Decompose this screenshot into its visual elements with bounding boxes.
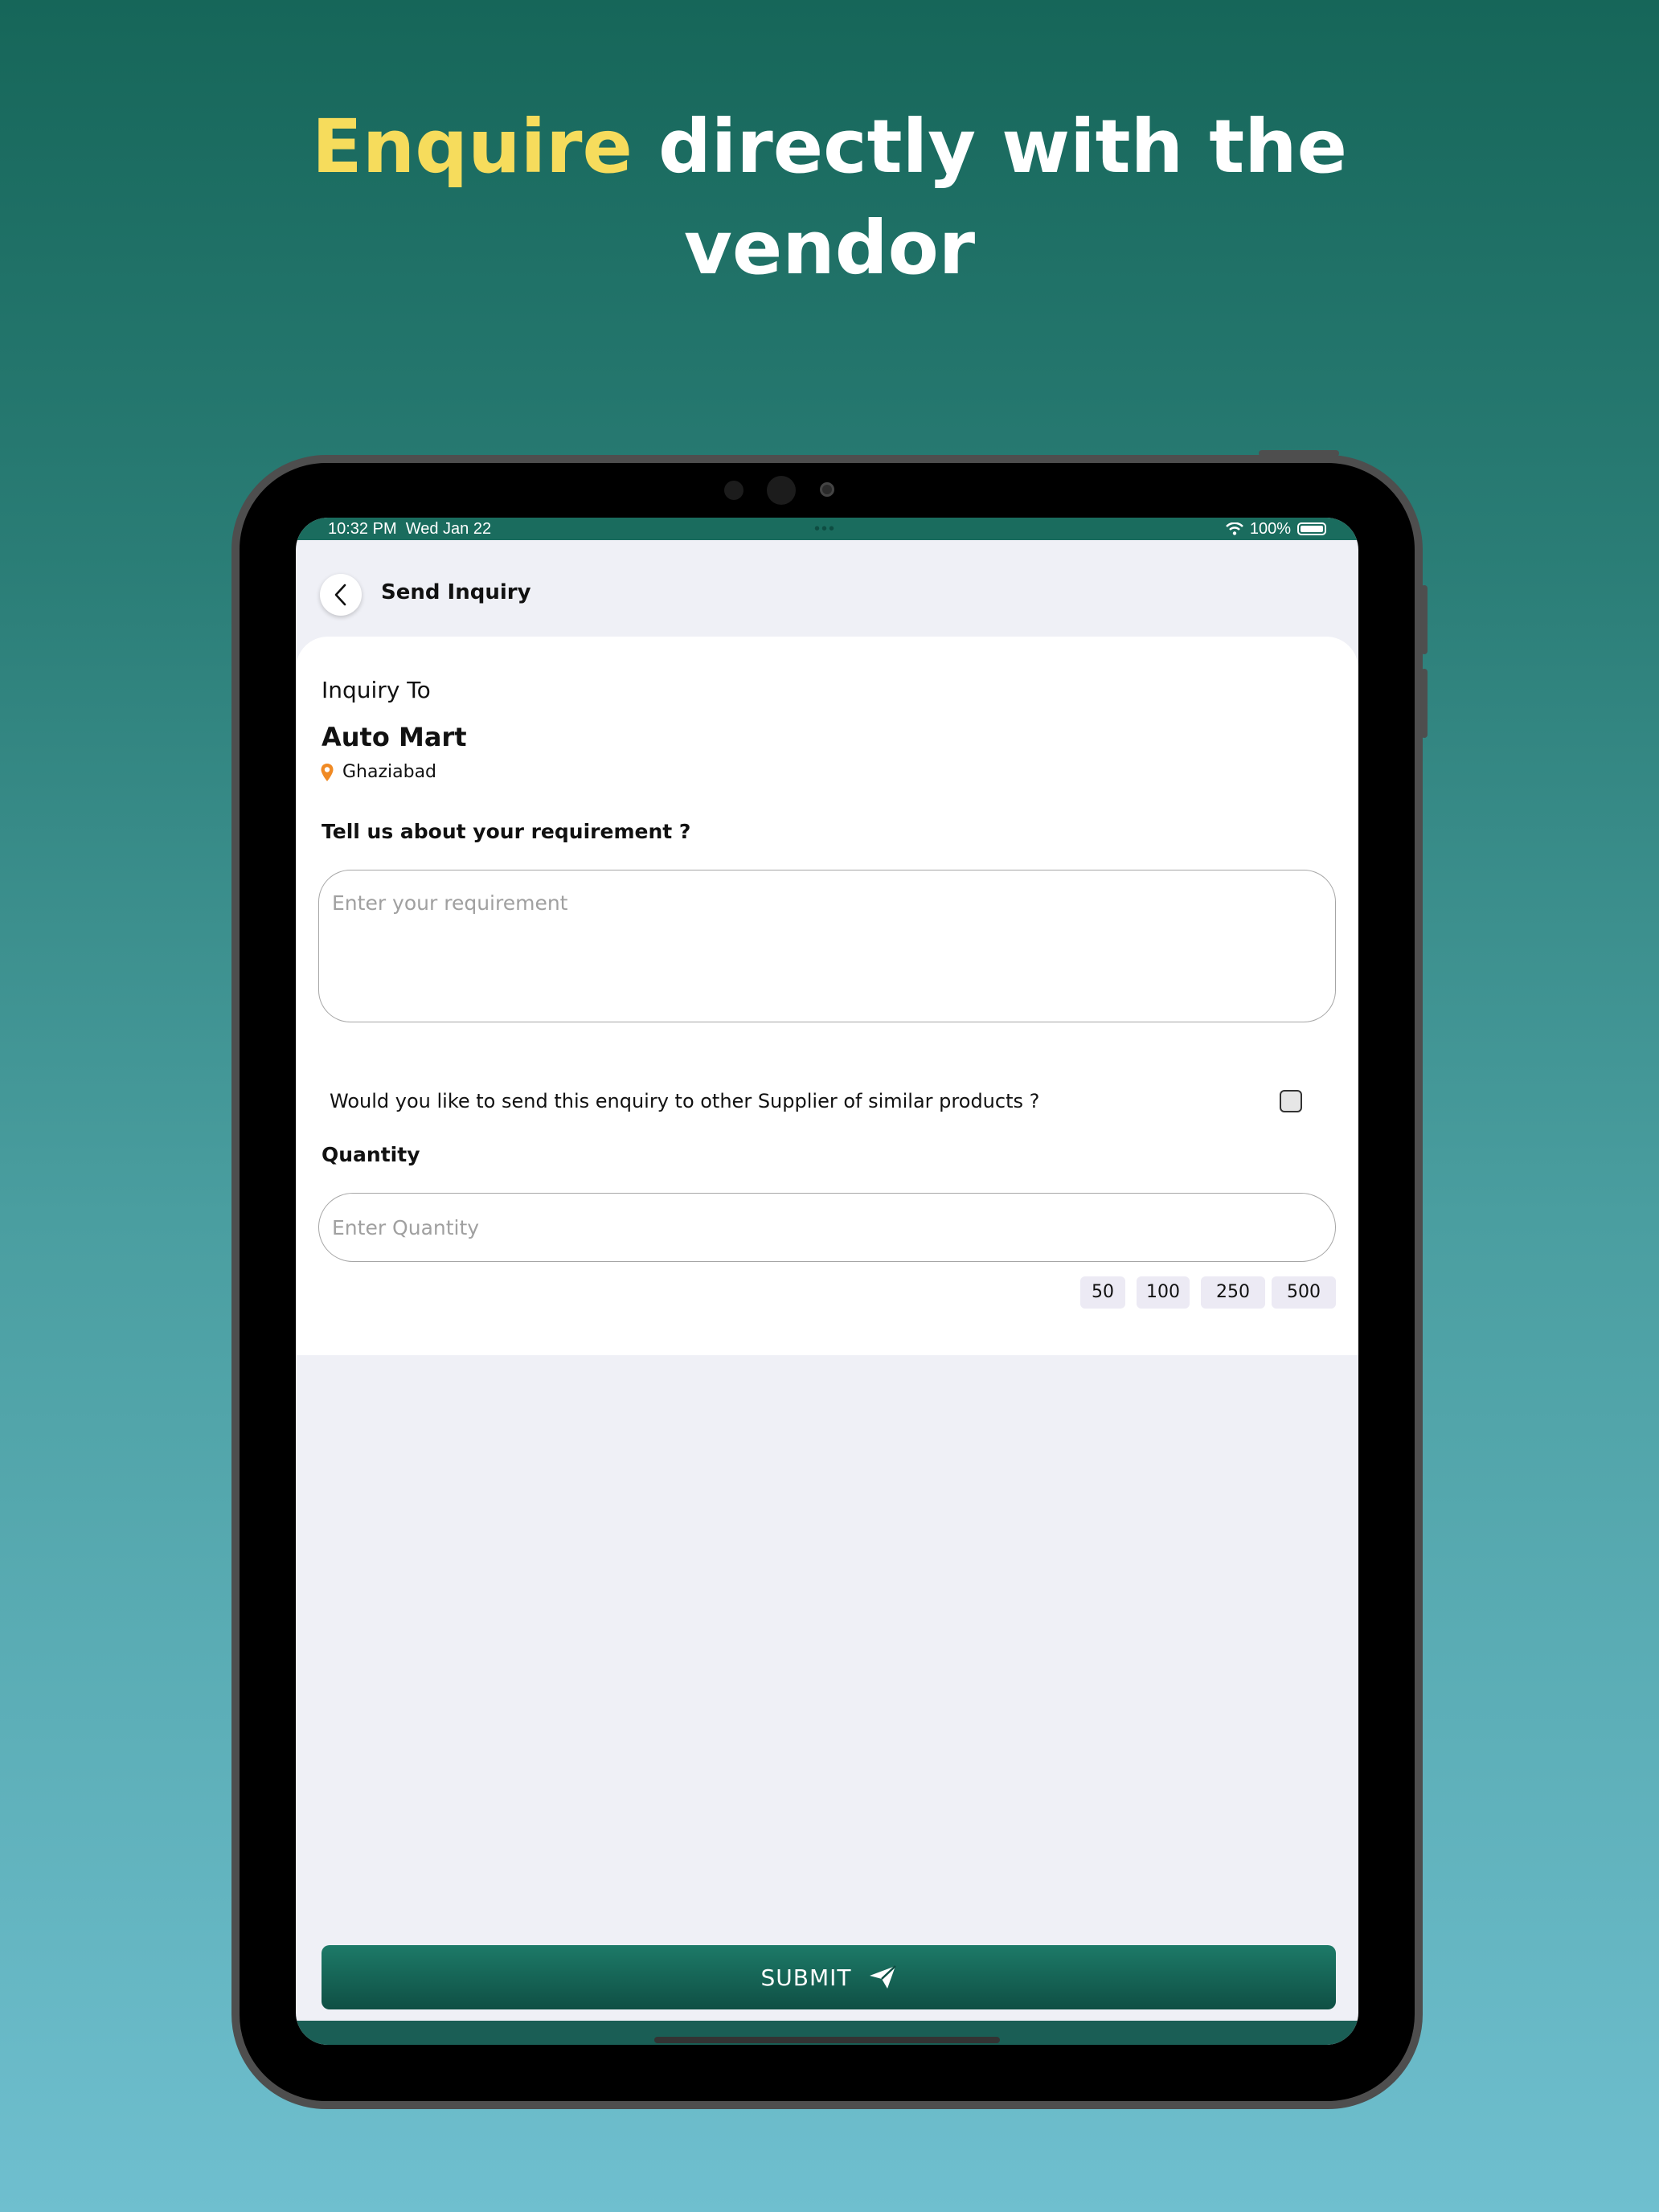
send-icon [869, 1965, 896, 1989]
status-time: 10:32 PM [328, 520, 397, 538]
front-camera-icon [767, 476, 796, 505]
tablet-top-button [1259, 450, 1339, 457]
status-bar: 10:32 PM Wed Jan 22 ••• 100% [296, 518, 1358, 540]
status-datetime: 10:32 PM Wed Jan 22 [328, 518, 491, 540]
similar-suppliers-checkbox[interactable] [1280, 1090, 1302, 1112]
app-screen: 10:32 PM Wed Jan 22 ••• 100% Send Inquir… [296, 518, 1358, 2045]
battery-percent: 100% [1249, 520, 1291, 538]
headline-rest: directly with the [632, 104, 1348, 190]
headline-line-1: Enquire directly with the [0, 96, 1659, 198]
page-header: Send Inquiry [296, 540, 1358, 637]
quantity-input[interactable] [318, 1193, 1336, 1262]
headline-line-2: vendor [683, 205, 976, 291]
front-sensor-icon [724, 481, 743, 500]
headline: Enquire directly with the vendor [0, 96, 1659, 299]
similar-suppliers-question: Would you like to send this enquiry to o… [330, 1090, 1040, 1112]
quantity-chip-100[interactable]: 100 [1137, 1276, 1190, 1309]
page-title: Send Inquiry [381, 580, 531, 604]
requirement-input[interactable] [318, 870, 1336, 1022]
status-right: 100% [1225, 518, 1326, 540]
multitasking-dots-icon[interactable]: ••• [814, 518, 836, 540]
submit-button[interactable]: SUBMIT [322, 1945, 1336, 2009]
chevron-left-icon [334, 584, 346, 606]
wifi-icon [1225, 522, 1243, 535]
quantity-label: Quantity [322, 1143, 420, 1166]
vendor-name: Auto Mart [322, 722, 467, 752]
ambient-light-sensor-icon [820, 482, 834, 497]
battery-icon [1297, 522, 1326, 535]
headline-highlight: Enquire [311, 104, 633, 190]
back-button[interactable] [320, 574, 362, 616]
inquiry-to-label: Inquiry To [322, 677, 431, 703]
inquiry-form-card: Inquiry To Auto Mart Ghaziabad Tell us a… [296, 637, 1358, 1355]
vendor-location: Ghaziabad [320, 762, 436, 782]
status-date: Wed Jan 22 [405, 520, 492, 538]
quantity-chip-250[interactable]: 250 [1201, 1276, 1265, 1309]
submit-label: SUBMIT [760, 1964, 852, 1991]
tablet-volume-down-button [1421, 669, 1428, 738]
location-pin-icon [321, 763, 334, 781]
home-indicator[interactable] [654, 2037, 1000, 2043]
quantity-chip-500[interactable]: 500 [1272, 1276, 1336, 1309]
quantity-chip-50[interactable]: 50 [1080, 1276, 1125, 1309]
tablet-volume-up-button [1421, 585, 1428, 654]
requirement-label: Tell us about your requirement ? [322, 820, 691, 843]
location-text: Ghaziabad [342, 762, 437, 782]
